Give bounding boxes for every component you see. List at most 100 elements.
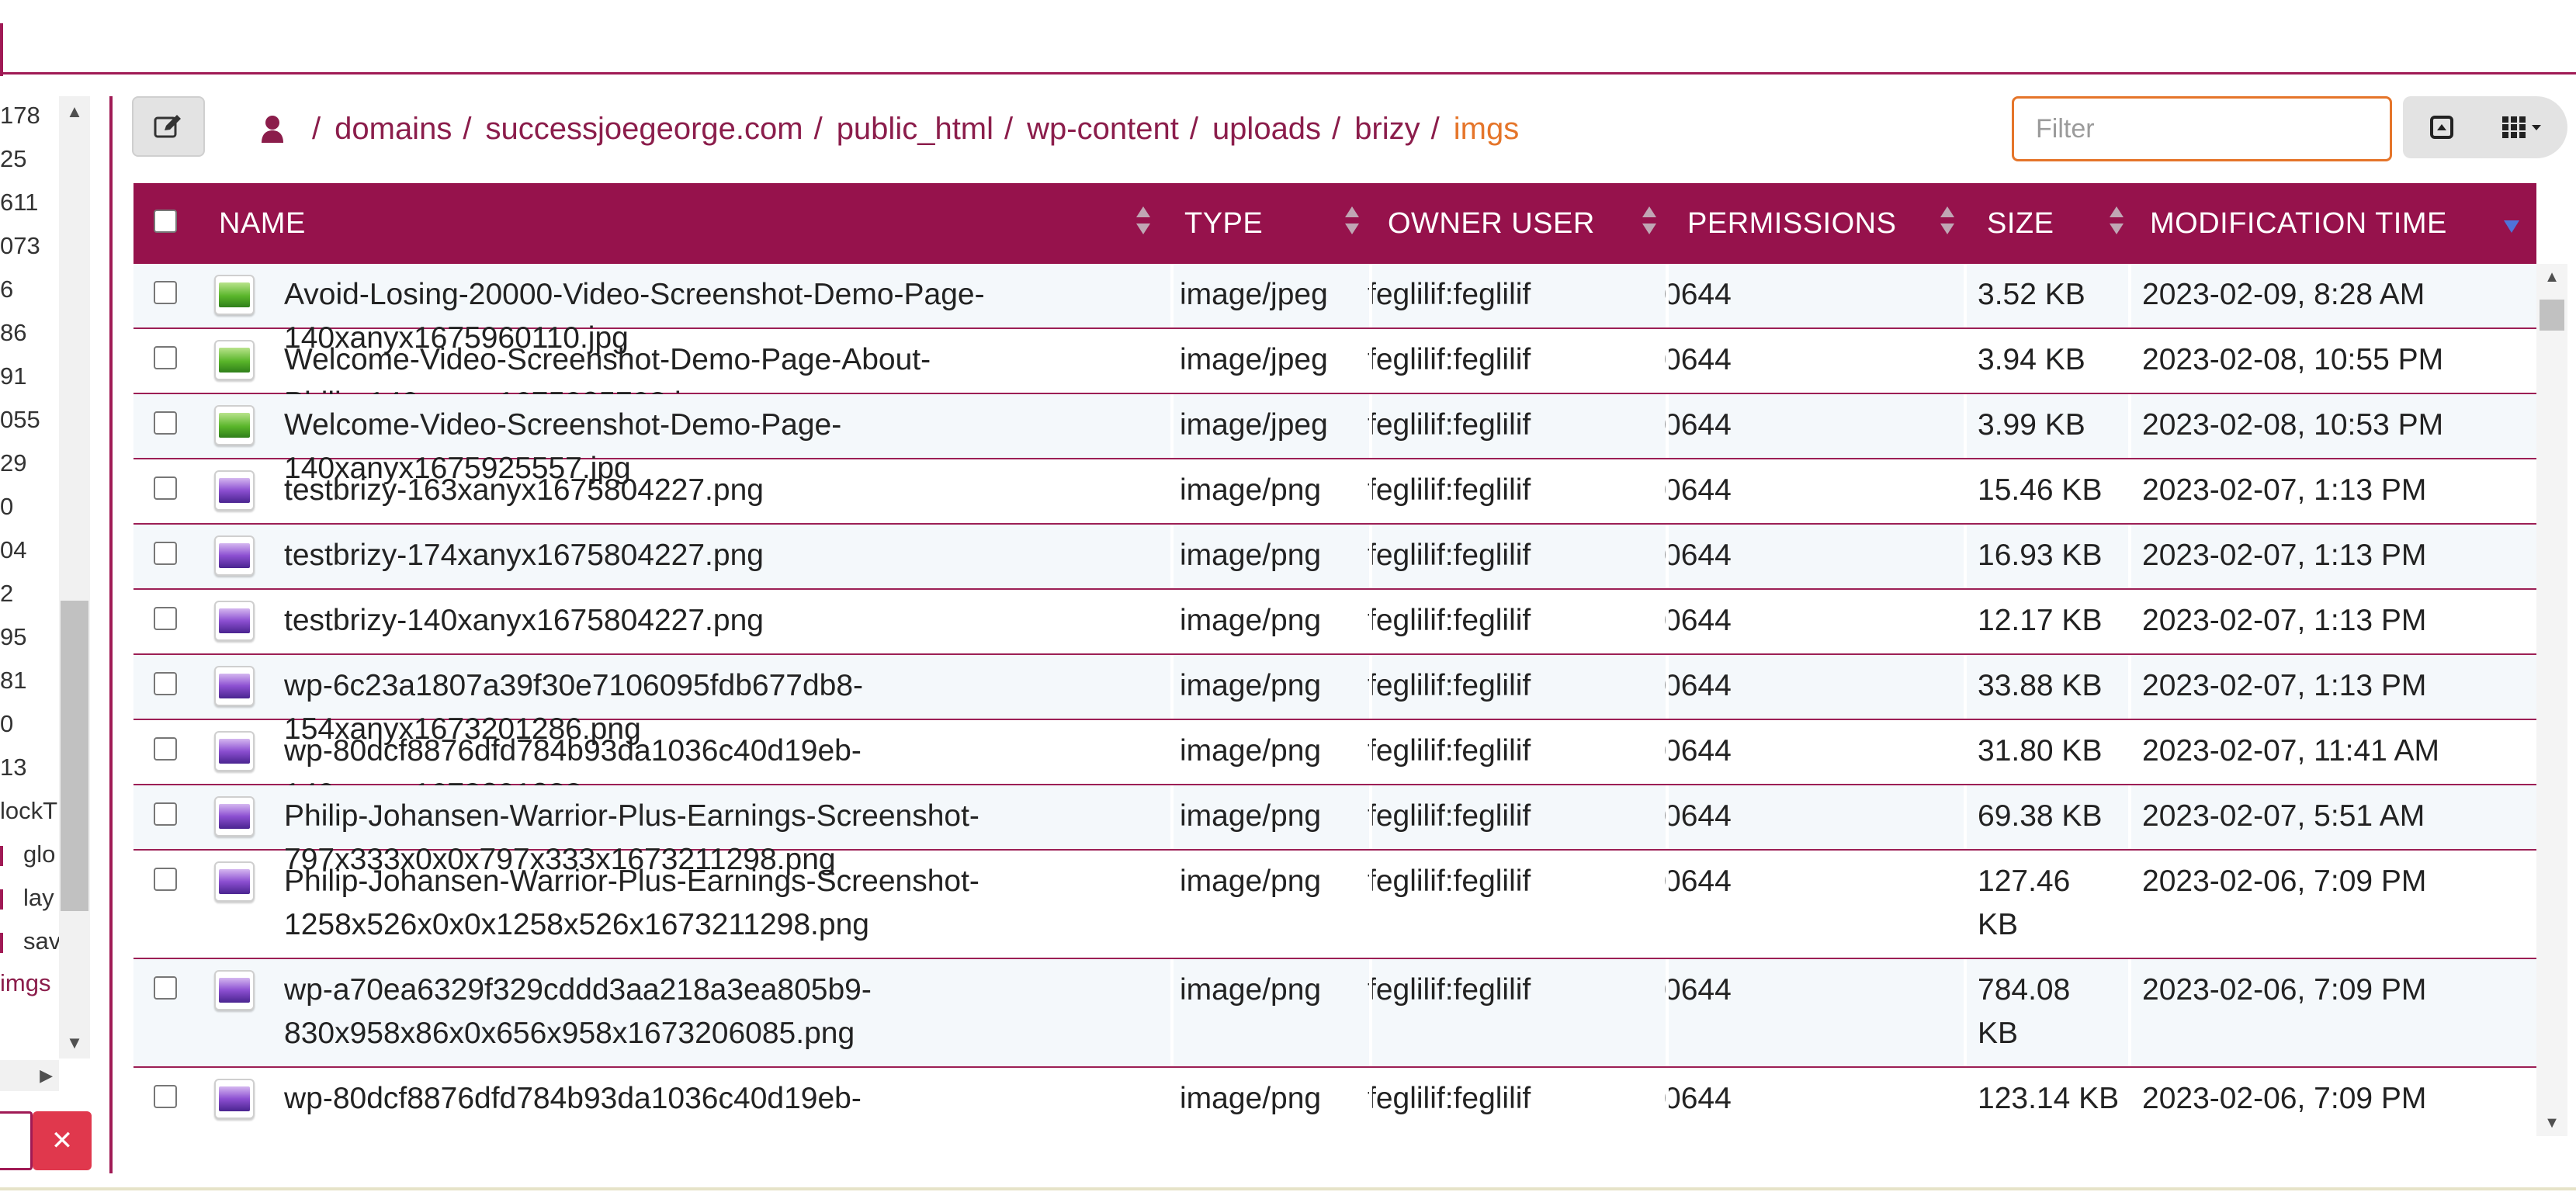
column-divider xyxy=(1666,720,1669,784)
sort-icon[interactable] xyxy=(1642,206,1656,241)
table-row[interactable]: testbrizy-140xanyx1675804227.png image/pn… xyxy=(133,590,2536,655)
image-file-icon xyxy=(214,1079,255,1119)
select-all-checkbox[interactable] xyxy=(154,210,177,233)
table-row[interactable]: testbrizy-163xanyx1675804227.png image/pn… xyxy=(133,459,2536,525)
sort-icon[interactable] xyxy=(2110,206,2124,241)
scroll-right-icon[interactable]: ▶ xyxy=(40,1060,53,1091)
table-row[interactable]: Philip-Johansen-Warrior-Plus-Earnings-Sc… xyxy=(133,851,2536,959)
table-scrollbar-thumb[interactable] xyxy=(2540,300,2564,331)
file-name[interactable]: Welcome-Video-Screenshot-Demo-Page-About… xyxy=(284,329,1177,420)
scrollbar-thumb[interactable] xyxy=(61,601,88,911)
table-row[interactable]: Welcome-Video-Screenshot-Demo-Page-About… xyxy=(133,329,2536,420)
row-checkbox[interactable] xyxy=(154,672,177,695)
file-type: image/png xyxy=(1180,473,1322,507)
column-divider xyxy=(1369,394,1372,458)
column-divider xyxy=(1666,264,1669,327)
breadcrumb-item[interactable]: wp-content xyxy=(1027,112,1179,147)
row-checkbox[interactable] xyxy=(154,1085,177,1108)
tree-subitem[interactable]: sav xyxy=(0,922,61,961)
breadcrumb-item[interactable]: public_html xyxy=(837,112,993,147)
folder-tree-scrollbar[interactable]: ▲ ▼ xyxy=(59,96,90,1059)
tree-clear-button[interactable]: ✕ xyxy=(33,1111,92,1170)
row-checkbox[interactable] xyxy=(154,281,177,304)
top-bar-edge xyxy=(0,23,3,76)
column-header[interactable]: SIZE xyxy=(1987,183,2054,264)
column-divider xyxy=(1369,959,1372,1066)
file-permissions: 0644 xyxy=(1664,408,1732,442)
panel-divider[interactable] xyxy=(109,96,113,1173)
scroll-down-icon[interactable]: ▼ xyxy=(59,1027,90,1059)
file-name[interactable]: testbrizy-174xanyx1675804227.png xyxy=(284,525,1177,588)
file-name[interactable]: wp-a70ea6329f329cddd3aa218a3ea805b9- 830x… xyxy=(284,959,1177,1066)
breadcrumb-item[interactable]: uploads xyxy=(1212,112,1321,147)
table-row[interactable]: Avoid-Losing-20000-Video-Screenshot-Demo… xyxy=(133,264,2536,355)
column-divider xyxy=(1964,720,1967,784)
file-name[interactable]: testbrizy-140xanyx1675804227.png xyxy=(284,590,1177,653)
file-name-line: wp-6c23a1807a39f30e7106095fdb677db8- xyxy=(284,669,864,702)
column-divider xyxy=(1170,1068,1174,1136)
column-header[interactable]: MODIFICATION TIME xyxy=(2150,183,2447,264)
file-name[interactable]: testbrizy-163xanyx1675804227.png xyxy=(284,459,1177,523)
table-row[interactable]: wp-6c23a1807a39f30e7106095fdb677db8- 154x… xyxy=(133,655,2536,746)
tree-subitem[interactable]: lay xyxy=(0,878,54,917)
grid-view-button[interactable] xyxy=(2481,96,2567,158)
row-checkbox[interactable] xyxy=(154,868,177,891)
breadcrumb-item[interactable]: successjoegeorge.com xyxy=(485,112,803,147)
row-checkbox[interactable] xyxy=(154,607,177,630)
column-header[interactable]: OWNER USER xyxy=(1388,183,1595,264)
row-checkbox[interactable] xyxy=(154,542,177,565)
column-divider xyxy=(1369,720,1372,784)
table-scroll-up-icon[interactable]: ▲ xyxy=(2536,264,2567,290)
column-divider xyxy=(1666,525,1669,588)
sort-icon[interactable] xyxy=(1345,206,1359,241)
row-checkbox[interactable] xyxy=(154,976,177,1000)
file-name[interactable]: Avoid-Losing-20000-Video-Screenshot-Demo… xyxy=(284,264,1177,355)
tree-subitem[interactable]: glo xyxy=(0,835,55,874)
file-name[interactable]: Philip-Johansen-Warrior-Plus-Earnings-Sc… xyxy=(284,851,1177,958)
file-name[interactable]: wp-80dcf8876dfd784b93da1036c40d19eb-140x… xyxy=(284,720,1177,811)
row-checkbox[interactable] xyxy=(154,737,177,761)
row-checkbox[interactable] xyxy=(154,476,177,500)
file-name[interactable]: wp-6c23a1807a39f30e7106095fdb677db8- 154x… xyxy=(284,655,1177,746)
breadcrumb-item[interactable]: brizy xyxy=(1354,112,1420,147)
table-scrollbar[interactable]: ▲ ▼ xyxy=(2536,264,2567,1136)
column-divider xyxy=(1666,655,1669,719)
row-checkbox[interactable] xyxy=(154,411,177,435)
table-row[interactable]: wp-80dcf8876dfd784b93da1036c40d19eb-imag… xyxy=(133,1068,2536,1136)
file-permissions: 0644 xyxy=(1664,278,1732,311)
file-name[interactable]: Philip-Johansen-Warrior-Plus-Earnings-Sc… xyxy=(284,785,1177,876)
table-row[interactable]: testbrizy-174xanyx1675804227.png image/pn… xyxy=(133,525,2536,590)
tree-item-label[interactable]: lockT xyxy=(0,792,57,830)
table-row[interactable]: wp-a70ea6329f329cddd3aa218a3ea805b9- 830x… xyxy=(133,959,2536,1068)
table-row[interactable]: Welcome-Video-Screenshot-Demo-Page- 140xa… xyxy=(133,394,2536,485)
file-size: 123.14 KB xyxy=(1978,1068,2133,1136)
user-icon[interactable] xyxy=(261,115,284,143)
scroll-up-icon[interactable]: ▲ xyxy=(59,96,90,127)
tree-search-input[interactable] xyxy=(0,1111,33,1170)
tree-item-imgs[interactable]: imgs xyxy=(0,964,50,1003)
file-permissions: 0644 xyxy=(1664,539,1732,572)
column-header[interactable]: TYPE xyxy=(1184,183,1263,264)
sort-icon[interactable] xyxy=(1136,206,1150,241)
column-header[interactable]: NAME xyxy=(219,183,306,264)
sort-icon[interactable] xyxy=(1940,206,1954,241)
file-name[interactable]: Welcome-Video-Screenshot-Demo-Page- 140xa… xyxy=(284,394,1177,485)
top-bar xyxy=(0,0,2576,74)
file-modified-time: 2023-02-08, 10:53 PM xyxy=(2142,408,2444,442)
fit-button[interactable] xyxy=(2403,96,2481,158)
table-scroll-down-icon[interactable]: ▼ xyxy=(2536,1110,2567,1136)
breadcrumb-item[interactable]: domains xyxy=(335,112,452,147)
table-row[interactable]: wp-80dcf8876dfd784b93da1036c40d19eb-140x… xyxy=(133,720,2536,811)
row-checkbox[interactable] xyxy=(154,802,177,826)
thumbnail-preview xyxy=(219,739,250,764)
tree-item-count: 073 xyxy=(0,232,40,259)
column-header[interactable]: PERMISSIONS xyxy=(1687,183,1896,264)
tree-branch-icon xyxy=(0,845,3,866)
sort-desc-icon[interactable] xyxy=(2504,220,2519,233)
table-row[interactable]: Philip-Johansen-Warrior-Plus-Earnings-Sc… xyxy=(133,785,2536,876)
row-checkbox[interactable] xyxy=(154,346,177,369)
folder-tree-hscrollbar[interactable]: ▶ xyxy=(0,1060,59,1091)
file-name[interactable]: wp-80dcf8876dfd784b93da1036c40d19eb- xyxy=(284,1068,1177,1136)
edit-button[interactable] xyxy=(132,96,205,157)
filter-input[interactable] xyxy=(2012,96,2392,161)
